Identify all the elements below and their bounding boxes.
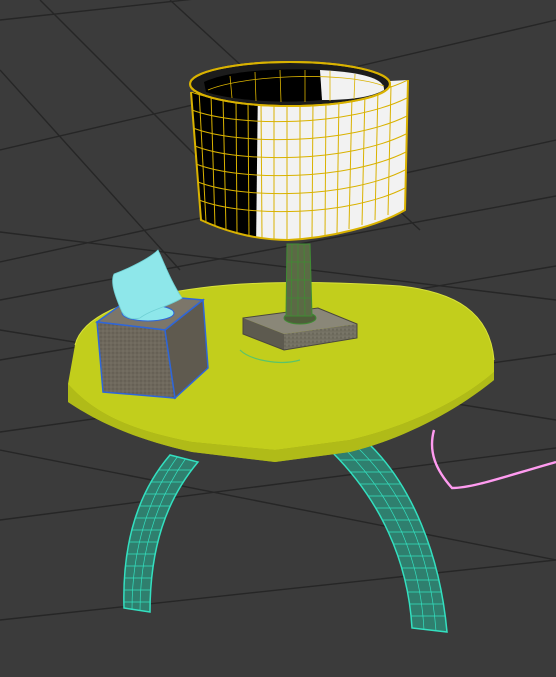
viewport-canvas <box>0 0 556 633</box>
3d-viewport[interactable] <box>0 0 556 677</box>
lamp-shade[interactable] <box>180 61 409 250</box>
table-legs[interactable] <box>110 442 460 633</box>
lamp-stem[interactable] <box>283 243 317 325</box>
